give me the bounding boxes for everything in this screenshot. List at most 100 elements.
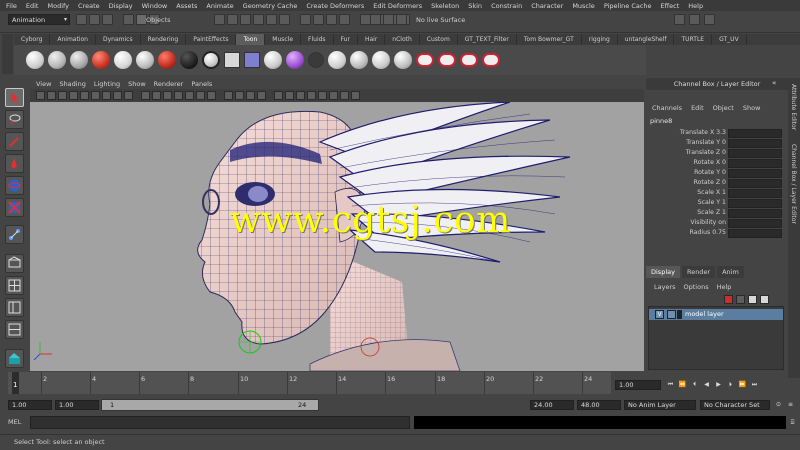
- attr-scale-z[interactable]: Scale Z 1: [648, 209, 786, 218]
- menu-skin[interactable]: Skin: [468, 2, 482, 10]
- camera-attributes-icon[interactable]: [47, 91, 56, 100]
- xray-icon[interactable]: [224, 91, 233, 100]
- current-frame-marker[interactable]: 1: [12, 372, 19, 394]
- cb-menu-edit[interactable]: Edit: [691, 104, 704, 112]
- toon-lines-icon[interactable]: [244, 52, 260, 68]
- magnet-icon[interactable]: [214, 14, 225, 25]
- history-icon[interactable]: [300, 14, 311, 25]
- layout-graph-button[interactable]: [5, 320, 24, 339]
- field-chart-icon[interactable]: [113, 91, 122, 100]
- screen-space-icon[interactable]: [340, 91, 349, 100]
- tab-toon[interactable]: Toon: [236, 34, 266, 45]
- cb-menu-channels[interactable]: Channels: [652, 104, 682, 112]
- wireframe-on-shaded-icon[interactable]: [174, 91, 183, 100]
- tab-rigging[interactable]: rigging: [582, 34, 618, 45]
- toon-red-ball-icon[interactable]: [158, 51, 176, 69]
- layout-outliner-button[interactable]: [5, 298, 24, 317]
- layer-menu-help[interactable]: Help: [717, 283, 732, 291]
- menu-constrain[interactable]: Constrain: [491, 2, 522, 10]
- channel-box-object-name[interactable]: pinne8: [650, 117, 672, 125]
- step-back-key-icon[interactable]: ⏴: [690, 380, 699, 389]
- tab-ncloth[interactable]: nCloth: [385, 34, 420, 45]
- attribute-editor-toggle-icon[interactable]: [674, 14, 685, 25]
- character-set-selector[interactable]: No Character Set: [700, 400, 770, 410]
- attr-rotate-x[interactable]: Rotate X 0: [648, 159, 786, 168]
- attr-translate-y[interactable]: Translate Y 0: [648, 139, 786, 148]
- layer-display-type-toggle[interactable]: [667, 310, 676, 319]
- command-line-input[interactable]: [30, 416, 410, 429]
- blinn-grey-ball-icon[interactable]: [48, 51, 66, 69]
- menu-animate[interactable]: Animate: [206, 2, 233, 10]
- select-tool-button[interactable]: [5, 88, 24, 107]
- tab-painteffects[interactable]: PaintEffects: [186, 34, 237, 45]
- menu-edit[interactable]: Edit: [26, 2, 39, 10]
- time-slider[interactable]: 1 2 4 6 8 10 12 14 16 18 20 22 24: [8, 372, 611, 394]
- ambient-occlusion-icon[interactable]: [329, 91, 338, 100]
- hq-render-icon[interactable]: [257, 91, 266, 100]
- red-shader-ball-icon[interactable]: [92, 51, 110, 69]
- gate-mask-icon[interactable]: [102, 91, 111, 100]
- tool-settings-toggle-icon[interactable]: [689, 14, 700, 25]
- live-surface-icon[interactable]: [279, 14, 290, 25]
- menu-skeleton[interactable]: Skeleton: [431, 2, 459, 10]
- layer-menu-options[interactable]: Options: [684, 283, 709, 291]
- attr-translate-x[interactable]: Translate X 3.3: [648, 129, 786, 138]
- attr-visibility[interactable]: Visibility on: [648, 219, 786, 228]
- input-ops-icon[interactable]: [313, 14, 324, 25]
- select-camera-icon[interactable]: [36, 91, 45, 100]
- anti-alias-icon[interactable]: [296, 91, 305, 100]
- textured-icon[interactable]: [185, 91, 194, 100]
- go-to-start-icon[interactable]: ⏮: [666, 380, 675, 389]
- open-scene-icon[interactable]: [89, 14, 100, 25]
- panel-menu-lighting[interactable]: Lighting: [94, 80, 120, 88]
- playback-end-field[interactable]: 24.00: [530, 400, 574, 410]
- menu-geometry-cache[interactable]: Geometry Cache: [243, 2, 298, 10]
- step-back-icon[interactable]: ⏪: [678, 380, 687, 389]
- menu-effect[interactable]: Effect: [661, 2, 680, 10]
- panel-menu-renderer[interactable]: Renderer: [154, 80, 184, 88]
- image-plane-icon[interactable]: [69, 91, 78, 100]
- end-time-field[interactable]: 48.00: [577, 400, 621, 410]
- menu-assets[interactable]: Assets: [176, 2, 197, 10]
- auto-key-icon[interactable]: ⊙: [774, 400, 783, 409]
- menu-create[interactable]: Create: [78, 2, 100, 10]
- tab-fluids[interactable]: Fluids: [301, 34, 334, 45]
- toon-fill-red-icon[interactable]: [416, 53, 434, 67]
- toon-dark-ball-icon[interactable]: [180, 51, 198, 69]
- menu-pipeline-cache[interactable]: Pipeline Cache: [604, 2, 652, 10]
- toon-fill-red-icon-4[interactable]: [482, 53, 500, 67]
- layer-tab-display[interactable]: Display: [646, 266, 680, 278]
- move-tool-button[interactable]: [5, 154, 24, 173]
- use-all-lights-icon[interactable]: [196, 91, 205, 100]
- layer-row-model-layer[interactable]: V model layer: [649, 309, 783, 320]
- viewport-settings-icon[interactable]: [351, 91, 360, 100]
- script-editor-icon[interactable]: ⌸: [788, 418, 797, 427]
- panel-menu-show[interactable]: Show: [128, 80, 146, 88]
- rename-icon[interactable]: [396, 14, 407, 25]
- attr-translate-z[interactable]: Translate Z 0: [648, 149, 786, 158]
- film-gate-icon[interactable]: [80, 91, 89, 100]
- tab-animation[interactable]: Animation: [50, 34, 96, 45]
- play-forwards-icon[interactable]: ▶: [714, 380, 723, 389]
- channel-box-toggle-icon[interactable]: [704, 14, 715, 25]
- layout-four-button[interactable]: [5, 276, 24, 295]
- tab-gt-uv[interactable]: GT_UV: [712, 34, 747, 45]
- paint-select-tool-button[interactable]: [5, 132, 24, 151]
- joint-tool-button[interactable]: [5, 225, 24, 244]
- step-forward-key-icon[interactable]: ⏵: [726, 380, 735, 389]
- layer-visibility-toggle[interactable]: V: [655, 310, 664, 319]
- menu-display[interactable]: Display: [109, 2, 133, 10]
- layer-tab-anim[interactable]: Anim: [717, 266, 744, 278]
- menu-window[interactable]: Window: [142, 2, 168, 10]
- shadows-icon[interactable]: [207, 91, 216, 100]
- motion-blur-icon[interactable]: [318, 91, 327, 100]
- collapse-panel-icon[interactable]: «: [772, 79, 786, 89]
- smooth-shade-icon[interactable]: [163, 91, 172, 100]
- panel-menu-shading[interactable]: Shading: [59, 80, 85, 88]
- tab-untangle-shelf[interactable]: untangleShelf: [618, 34, 675, 45]
- outline-ball-icon[interactable]: [202, 51, 220, 69]
- tab-gt-text-filter[interactable]: GT_TEXT_Filter: [458, 34, 517, 45]
- play-backwards-icon[interactable]: ◀: [702, 380, 711, 389]
- tab-rendering[interactable]: Rendering: [141, 34, 187, 45]
- snap-grid-icon[interactable]: [227, 14, 238, 25]
